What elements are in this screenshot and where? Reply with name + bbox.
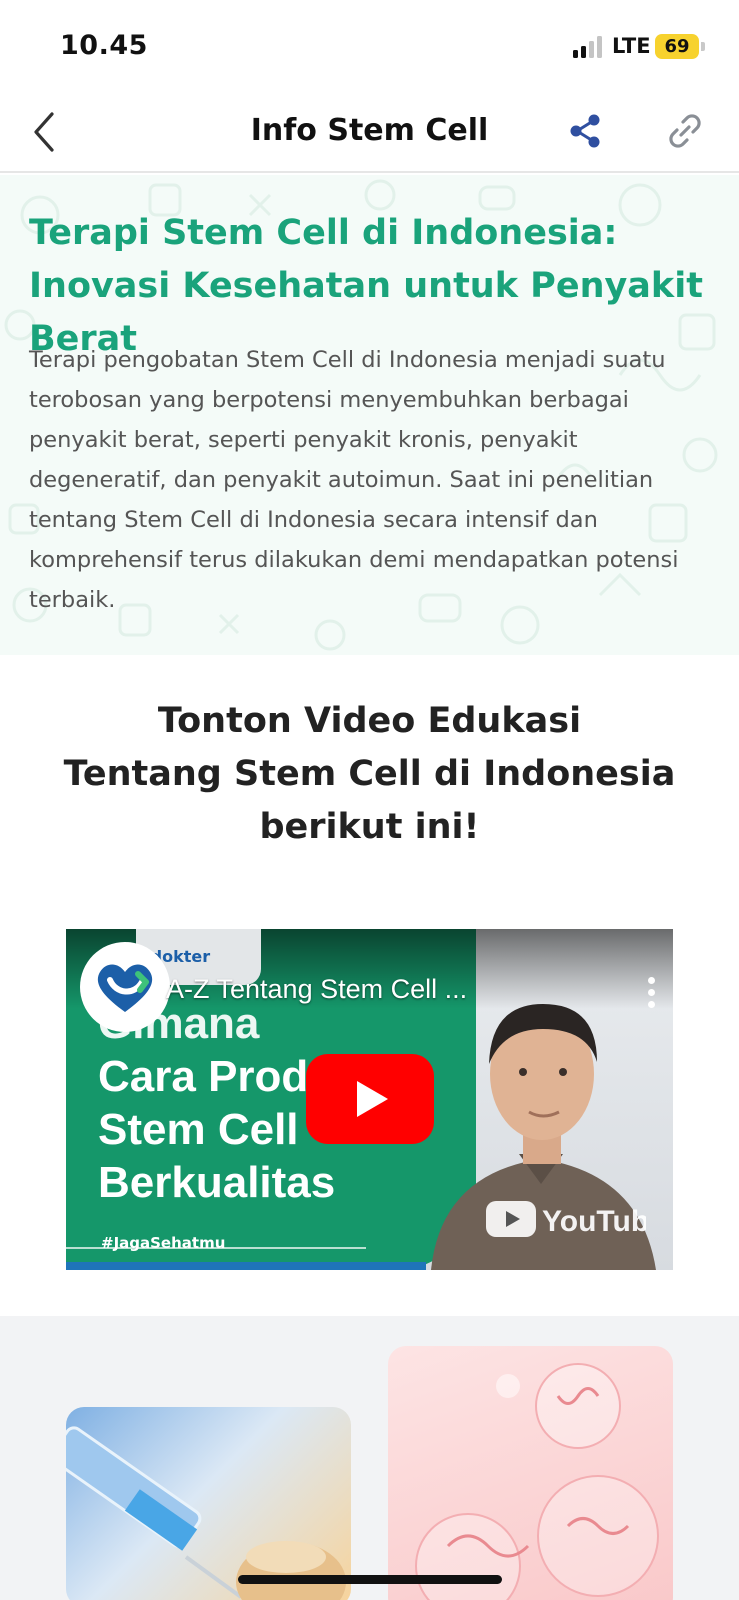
- share-icon: [570, 114, 600, 148]
- hashtag: #JagaSehatmu: [101, 1234, 226, 1252]
- share-button[interactable]: [565, 111, 605, 151]
- dna-bubbles-image: [415, 1363, 659, 1600]
- channel-avatar[interactable]: [80, 942, 170, 1032]
- video-section-heading: Tonton Video Edukasi Tentang Stem Cell d…: [0, 695, 739, 854]
- page-title: Info Stem Cell: [250, 113, 489, 148]
- youtube-video-embed[interactable]: Gimana Cara Prod Stem Cell Berkualitas k…: [66, 929, 673, 1270]
- more-options-icon[interactable]: [646, 977, 656, 1011]
- home-indicator[interactable]: [238, 1575, 502, 1584]
- battery-cap: [701, 42, 705, 51]
- article-intro: Terapi pengobatan Stem Cell di Indonesia…: [29, 347, 679, 613]
- battery-icon: 69: [655, 34, 699, 59]
- thumbnail-line: Berkualitas: [98, 1158, 336, 1207]
- thumbnail-line: Stem Cell: [98, 1105, 299, 1154]
- link-icon: [669, 114, 701, 148]
- copy-link-button[interactable]: [664, 110, 706, 152]
- network-type: LTE: [612, 34, 651, 58]
- video-heading-line-3: berikut ini!: [259, 807, 480, 847]
- nav-bar: Info Stem Cell: [0, 95, 739, 173]
- thumbnail-line: Cara Prod: [98, 1052, 309, 1101]
- video-heading-line-1: Tonton Video Edukasi: [157, 701, 582, 741]
- video-title: A-Z Tentang Stem Cell ...: [166, 974, 468, 1004]
- vaccine-syringe-image: [66, 1426, 346, 1600]
- youtube-logo-icon: YouTube: [486, 1201, 646, 1238]
- related-card-dna[interactable]: [388, 1346, 673, 1600]
- status-bar: 10.45 LTE 69: [0, 0, 739, 95]
- video-heading-line-2: Tentang Stem Cell di Indonesia: [63, 754, 676, 794]
- youtube-wordmark: YouTube: [542, 1205, 646, 1238]
- signal-icon: [573, 36, 603, 58]
- related-articles-section: [0, 1316, 739, 1600]
- heart-logo-icon: [97, 964, 153, 1012]
- play-button-icon[interactable]: [306, 1054, 434, 1144]
- status-time: 10.45: [60, 30, 148, 61]
- blue-strip: [66, 1262, 426, 1270]
- related-card-vaccine[interactable]: [66, 1407, 351, 1600]
- hero-section: Terapi Stem Cell di Indonesia: Inovasi K…: [0, 175, 739, 655]
